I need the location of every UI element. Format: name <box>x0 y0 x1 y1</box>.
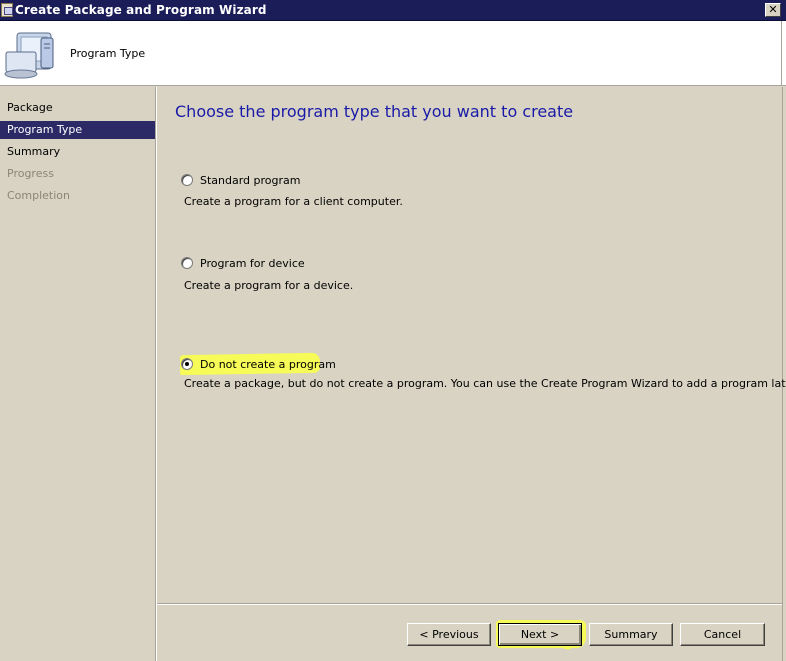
sidebar-item-progress: Progress <box>7 167 54 180</box>
main-content <box>158 87 782 603</box>
package-icon <box>1 3 13 17</box>
summary-button[interactable]: Summary <box>589 623 673 646</box>
program-for-device-radio[interactable] <box>181 257 193 269</box>
close-button[interactable]: ✕ <box>765 3 781 17</box>
window-title: Create Package and Program Wizard <box>15 3 267 17</box>
program-for-device-label[interactable]: Program for device <box>200 257 305 270</box>
header-edge <box>781 21 782 86</box>
standard-program-radio[interactable] <box>181 174 193 186</box>
standard-program-option[interactable]: Standard program <box>181 172 301 188</box>
wizard-steps-sidebar: Package Program Type Summary Progress Co… <box>0 87 156 661</box>
sidebar-item-summary[interactable]: Summary <box>0 143 155 161</box>
computer-package-icon <box>4 32 54 79</box>
header-title: Program Type <box>70 47 146 60</box>
footer-divider <box>157 603 782 605</box>
standard-program-label[interactable]: Standard program <box>200 174 301 187</box>
sidebar-item-completion: Completion <box>7 189 71 202</box>
sidebar-item-program-type[interactable]: Program Type <box>0 121 155 139</box>
sidebar-divider <box>155 87 157 661</box>
standard-program-description: Create a program for a client computer. <box>184 195 403 208</box>
sidebar-item-package[interactable]: Package <box>0 99 155 117</box>
program-for-device-description: Create a program for a device. <box>184 279 354 292</box>
previous-button[interactable]: < Previous <box>407 623 491 646</box>
title-bar: Create Package and Program Wizard ✕ <box>0 0 786 21</box>
do-not-create-option[interactable]: Do not create a program <box>181 356 336 372</box>
dialog-right-edge <box>782 87 783 661</box>
cancel-button[interactable]: Cancel <box>680 623 765 646</box>
program-for-device-option[interactable]: Program for device <box>181 255 305 271</box>
wizard-header: Program Type <box>0 21 786 86</box>
page-heading: Choose the program type that you want to… <box>175 102 574 121</box>
next-button[interactable]: Next > <box>498 623 582 646</box>
do-not-create-description: Create a package, but do not create a pr… <box>184 377 786 390</box>
do-not-create-radio[interactable] <box>181 358 193 370</box>
do-not-create-label[interactable]: Do not create a program <box>200 358 336 371</box>
